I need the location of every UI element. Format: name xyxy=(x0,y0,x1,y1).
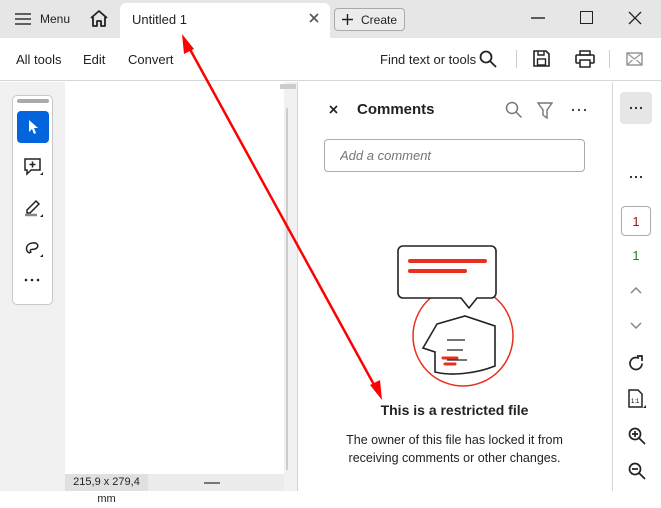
minimize-button[interactable] xyxy=(531,11,545,25)
maximize-button[interactable] xyxy=(580,11,593,24)
menu-label: Menu xyxy=(40,12,71,26)
draw-tool[interactable] xyxy=(24,238,44,258)
minimize-icon xyxy=(531,17,545,19)
page-total: 1 xyxy=(632,248,640,263)
add-comment-tool[interactable] xyxy=(24,158,44,178)
email-button[interactable] xyxy=(626,52,643,66)
comments-title: Comments xyxy=(357,101,435,118)
actual-size-icon: 1:1 xyxy=(628,389,646,408)
rotate-icon xyxy=(629,355,643,371)
restricted-line-1: The owner of this file has locked it fro… xyxy=(346,433,563,447)
close-window-button[interactable] xyxy=(628,11,642,25)
close-icon xyxy=(309,13,319,23)
divider xyxy=(609,50,610,68)
print-icon xyxy=(575,50,595,68)
plus-icon xyxy=(341,14,353,25)
tab-title: Untitled 1 xyxy=(132,12,187,27)
more-tools-button[interactable] xyxy=(24,278,40,282)
highlighter-icon xyxy=(25,199,43,217)
zoom-out-button[interactable] xyxy=(628,462,646,480)
close-icon xyxy=(628,11,642,25)
page-scrollbar[interactable] xyxy=(286,108,288,470)
chevron-up-icon xyxy=(630,287,642,294)
more-icon xyxy=(629,175,643,179)
freehand-icon xyxy=(25,242,43,257)
comments-more-button[interactable] xyxy=(571,108,587,112)
minus-icon xyxy=(204,482,220,484)
rotate-button[interactable] xyxy=(628,355,645,372)
maximize-icon xyxy=(580,11,593,24)
add-comment-input[interactable] xyxy=(324,139,585,172)
search-icon xyxy=(505,101,523,119)
actual-size-button[interactable]: 1:1 xyxy=(628,389,646,409)
restricted-line-2: receiving comments or other changes. xyxy=(348,451,561,465)
home-button[interactable] xyxy=(89,9,109,28)
more-icon xyxy=(571,108,587,112)
filter-comments-button[interactable] xyxy=(537,102,553,119)
cursor-icon xyxy=(29,120,38,134)
more-icon xyxy=(24,278,40,282)
filter-icon xyxy=(537,102,553,119)
edit-menu[interactable]: Edit xyxy=(83,52,105,67)
drag-handle[interactable] xyxy=(17,99,49,103)
zoom-in-button[interactable] xyxy=(628,427,646,445)
mail-icon xyxy=(626,52,643,66)
rail-more-button[interactable] xyxy=(620,92,652,124)
comment-add-icon xyxy=(24,158,43,176)
find-text-button[interactable]: Find text or tools xyxy=(380,52,476,67)
previous-page-button[interactable] xyxy=(630,287,642,294)
search-comments-button[interactable] xyxy=(505,101,523,119)
page-size-label: 215,9 x 279,4 mm xyxy=(65,474,148,505)
restricted-title: This is a restricted file xyxy=(380,402,529,418)
divider xyxy=(516,50,517,68)
zoom-out-icon xyxy=(628,462,646,480)
select-tool[interactable] xyxy=(17,111,49,143)
close-tab-button[interactable] xyxy=(309,13,319,23)
all-tools-menu[interactable]: All tools xyxy=(16,52,62,67)
convert-menu[interactable]: Convert xyxy=(128,52,174,67)
search-icon xyxy=(479,50,497,68)
close-icon xyxy=(329,105,338,114)
home-icon xyxy=(90,10,108,27)
create-label: Create xyxy=(360,12,398,27)
restricted-file-illustration xyxy=(397,245,514,387)
page-number-input[interactable]: 1 xyxy=(621,206,651,236)
rail-more-button-2[interactable] xyxy=(629,175,643,179)
close-comments-button[interactable] xyxy=(329,105,338,114)
print-button[interactable] xyxy=(575,50,595,68)
document-page[interactable] xyxy=(65,82,284,474)
chevron-down-icon xyxy=(630,322,642,329)
svg-text:1:1: 1:1 xyxy=(631,399,640,405)
save-icon xyxy=(533,50,550,67)
search-button[interactable] xyxy=(479,50,497,68)
highlight-tool[interactable] xyxy=(24,198,44,218)
zoom-in-icon xyxy=(628,427,646,445)
menu-button[interactable]: Menu xyxy=(14,10,70,28)
more-icon xyxy=(629,106,643,110)
next-page-button[interactable] xyxy=(630,322,642,329)
save-button[interactable] xyxy=(533,50,550,67)
create-button[interactable]: Create xyxy=(334,8,405,31)
scroll-top xyxy=(280,84,296,89)
hamburger-icon xyxy=(15,13,31,25)
